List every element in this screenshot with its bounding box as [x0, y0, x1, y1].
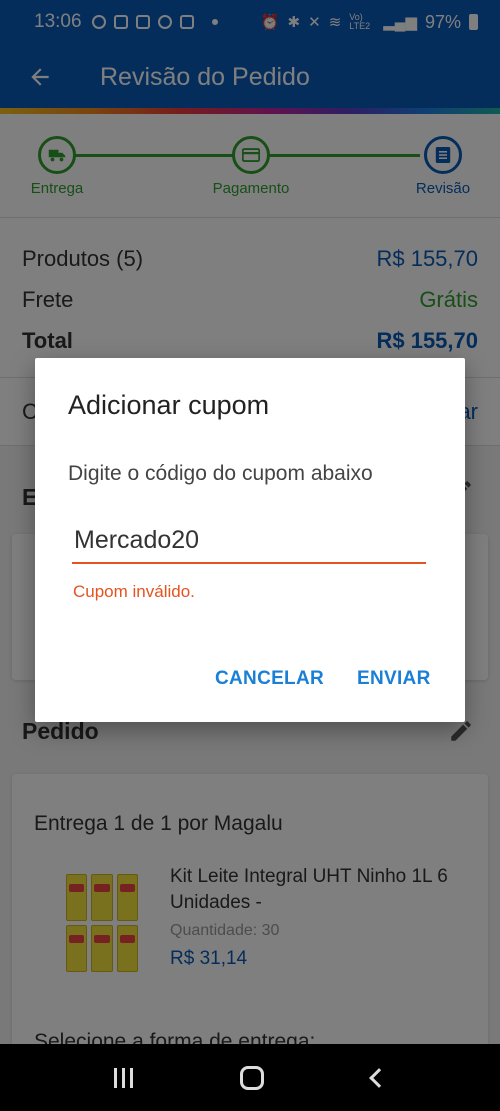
coupon-code-input[interactable] — [72, 518, 426, 564]
recents-icon[interactable] — [113, 1067, 133, 1088]
coupon-error-message: Cupom inválido. — [73, 582, 195, 601]
cancel-button[interactable]: CANCELAR — [215, 668, 324, 690]
system-nav-bar — [0, 1044, 500, 1111]
dialog-title: Adicionar cupom — [68, 390, 270, 420]
home-icon[interactable] — [240, 1065, 265, 1090]
add-coupon-dialog: Adicionar cupom Digite o código do cupom… — [35, 358, 465, 722]
send-button[interactable]: ENVIAR — [357, 668, 431, 690]
dialog-message: Digite o código do cupom abaixo — [68, 462, 373, 485]
nav-back-icon[interactable] — [369, 1067, 390, 1088]
